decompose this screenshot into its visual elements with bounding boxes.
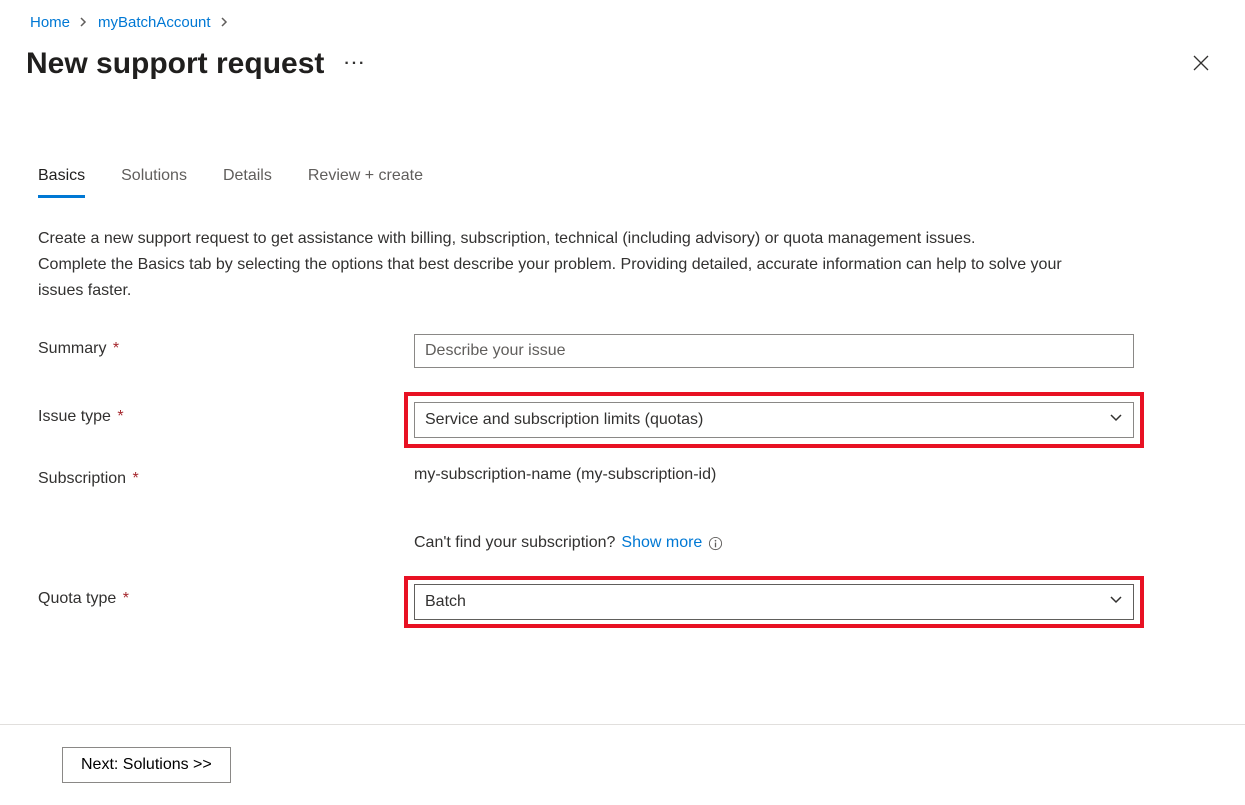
subscription-value: my-subscription-name (my-subscription-id… [414,464,1134,484]
subscription-help: Can't find your subscription? Show more [414,534,1134,552]
subscription-help-text: Can't find your subscription? [414,534,615,552]
page-title-text: New support request [26,47,324,81]
show-more-link[interactable]: Show more [621,534,702,552]
chevron-right-icon [221,15,229,30]
chevron-right-icon [80,15,88,30]
description-line1: Create a new support request to get assi… [38,230,975,247]
issue-type-select[interactable]: Service and subscription limits (quotas) [414,402,1134,438]
tabs: Basics Solutions Details Review + create [0,81,1245,198]
form: Summary * Issue type * Service and subsc… [0,304,1245,628]
more-icon[interactable]: ··· [344,55,366,73]
issue-type-row: Issue type * Service and subscription li… [38,392,1207,448]
quota-type-select[interactable]: Batch [414,584,1134,620]
close-icon[interactable] [1187,49,1215,80]
next-solutions-button[interactable]: Next: Solutions >> [62,747,231,783]
footer: Next: Solutions >> [0,724,1245,805]
description-text: Create a new support request to get assi… [0,198,1140,304]
quota-type-value: Batch [425,593,466,611]
tab-details[interactable]: Details [223,167,272,198]
page-header: New support request ··· [0,39,1245,81]
info-icon[interactable] [708,536,723,551]
description-line2: Complete the Basics tab by selecting the… [38,256,1062,299]
summary-row: Summary * [38,334,1207,368]
chevron-down-icon [1109,593,1123,612]
tab-basics[interactable]: Basics [38,167,85,198]
quota-type-highlight: Batch [404,576,1144,628]
subscription-row: Subscription * my-subscription-name (my-… [38,464,1207,552]
summary-label: Summary * [38,334,414,358]
breadcrumb: Home myBatchAccount [0,0,1245,39]
breadcrumb-account[interactable]: myBatchAccount [98,14,211,31]
chevron-down-icon [1109,411,1123,430]
subscription-label: Subscription * [38,464,414,488]
page-title: New support request ··· [26,47,366,81]
issue-type-value: Service and subscription limits (quotas) [425,411,703,429]
issue-type-label: Issue type * [38,392,414,426]
tab-solutions[interactable]: Solutions [121,167,187,198]
breadcrumb-home[interactable]: Home [30,14,70,31]
quota-type-label: Quota type * [38,576,414,608]
tab-review-create[interactable]: Review + create [308,167,423,198]
quota-type-row: Quota type * Batch [38,576,1207,628]
summary-input[interactable] [414,334,1134,368]
issue-type-highlight: Service and subscription limits (quotas) [404,392,1144,448]
